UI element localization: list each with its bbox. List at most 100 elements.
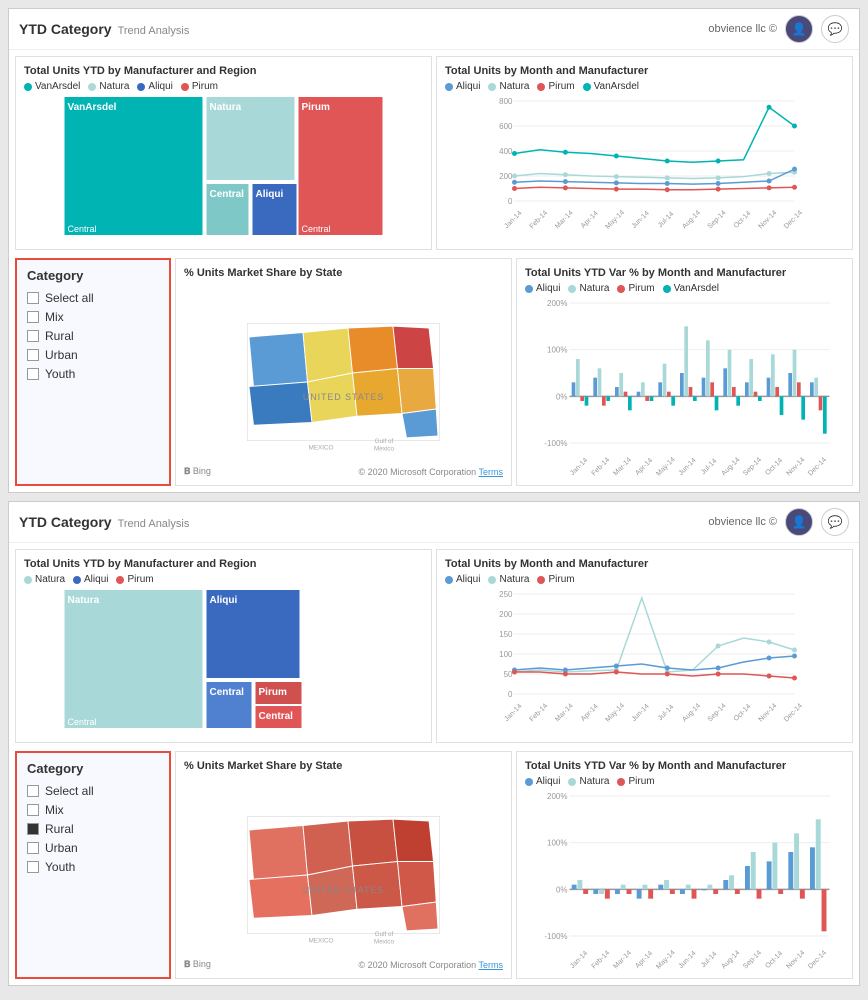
filter-label: Rural [45,822,74,836]
legend-item: VanArsdel [24,81,80,92]
svg-text:Jan-14: Jan-14 [569,457,589,477]
legend-item: Aliqui [445,81,480,92]
filter-checkbox[interactable] [27,311,39,323]
top-row: Total Units YTD by Manufacturer and Regi… [9,50,859,256]
svg-text:May-14: May-14 [655,456,677,478]
filter-checkbox[interactable] [27,349,39,361]
svg-text:Jun-14: Jun-14 [631,210,651,230]
svg-text:Oct-14: Oct-14 [733,703,753,723]
svg-text:Feb-14: Feb-14 [529,210,550,231]
legend-dot [525,778,533,786]
svg-text:200: 200 [499,610,513,619]
line-chart-legend: AliquiNaturaPirumVanArsdel [445,81,844,92]
terms-link[interactable]: Terms [479,467,504,477]
filter-checkbox[interactable] [27,842,39,854]
svg-text:Sep-14: Sep-14 [742,456,763,477]
legend-label: Natura [35,574,65,585]
panel-subtitle: Trend Analysis [118,25,190,37]
line-chart-svg-container: 050100150200250Jan-14Feb-14Mar-14Apr-14M… [445,589,844,734]
svg-text:Jan-14: Jan-14 [569,950,589,970]
terms-link[interactable]: Terms [479,960,504,970]
treemap-container: NaturaCentralAliquiCentralPirumCentral [24,589,423,729]
bar-chart-section: Total Units YTD Var % by Month and Manuf… [516,258,853,486]
svg-text:Aliqui: Aliqui [210,595,238,606]
svg-text:150: 150 [499,630,513,639]
legend-dot [537,83,545,91]
map-section: % Units Market Share by StateUNITED STAT… [175,258,512,486]
svg-text:Gulf of: Gulf of [375,438,394,445]
svg-text:MEXICO: MEXICO [309,938,334,945]
legend-dot [488,576,496,584]
legend-label: Natura [499,574,529,585]
legend-dot [583,83,591,91]
svg-text:May-14: May-14 [605,702,627,724]
filter-item[interactable]: Urban [27,348,159,362]
filter-checkbox[interactable] [27,785,39,797]
legend-item: VanArsdel [663,283,719,294]
filter-item[interactable]: Urban [27,841,159,855]
svg-text:Nov-14: Nov-14 [758,209,779,230]
legend-item: Natura [568,283,609,294]
filter-checkbox[interactable] [27,861,39,873]
svg-text:Sep-14: Sep-14 [707,702,728,723]
svg-text:Dec-14: Dec-14 [783,209,804,230]
bing-label: 𝐁 Bing [184,959,211,970]
legend-item: Pirum [116,574,153,585]
filter-label: Youth [45,860,75,874]
filter-item[interactable]: Mix [27,803,159,817]
chat-icon-button[interactable]: 💬 [821,508,849,536]
legend-item: Pirum [537,574,574,585]
filter-item[interactable]: Youth [27,367,159,381]
legend-dot [445,576,453,584]
svg-text:Central: Central [210,687,245,698]
filter-item[interactable]: Youth [27,860,159,874]
filter-item[interactable]: Rural [27,822,159,836]
svg-text:Oct-14: Oct-14 [733,210,753,230]
panel-title: YTD Category [19,21,112,37]
svg-text:Aug-14: Aug-14 [720,456,741,477]
bar-chart-legend: AliquiNaturaPirum [525,776,844,787]
legend-label: Pirum [628,283,654,294]
person-icon-button[interactable]: 👤 [785,508,813,536]
treemap-legend: VanArsdelNaturaAliquiPirum [24,81,423,92]
svg-text:Natura: Natura [68,595,100,606]
filter-item[interactable]: Select all [27,291,159,305]
category-filter: CategorySelect allMixRuralUrbanYouth [15,751,171,979]
filter-label: Urban [45,841,78,855]
svg-text:250: 250 [499,590,513,599]
dashboard-panel-2: YTD CategoryTrend Analysisobvience llc ©… [8,501,860,986]
svg-text:Jun-14: Jun-14 [631,703,651,723]
filter-label: Select all [45,784,94,798]
svg-text:Dec-14: Dec-14 [807,949,828,970]
filter-checkbox[interactable] [27,292,39,304]
svg-text:0: 0 [508,690,513,699]
map-footer: 𝐁 Bing© 2020 Microsoft Corporation Terms [184,466,503,477]
chat-icon-button[interactable]: 💬 [821,15,849,43]
filter-checkbox[interactable] [27,330,39,342]
svg-text:Nov-14: Nov-14 [758,702,779,723]
filter-item[interactable]: Rural [27,329,159,343]
legend-item: Natura [568,776,609,787]
svg-text:Central: Central [302,224,331,234]
svg-text:Mar-14: Mar-14 [554,703,575,724]
bar-chart-title: Total Units YTD Var % by Month and Manuf… [525,760,844,772]
top-row: Total Units YTD by Manufacturer and Regi… [9,543,859,749]
svg-text:Sep-14: Sep-14 [707,209,728,230]
line-chart-section: Total Units by Month and ManufacturerAli… [436,56,853,250]
person-icon-button[interactable]: 👤 [785,15,813,43]
panel-header: YTD CategoryTrend Analysisobvience llc ©… [9,9,859,50]
filter-item[interactable]: Select all [27,784,159,798]
legend-item: Natura [488,574,529,585]
bar-chart-section: Total Units YTD Var % by Month and Manuf… [516,751,853,979]
filter-item[interactable]: Mix [27,310,159,324]
svg-text:Apr-14: Apr-14 [580,703,600,723]
bar-chart-legend: AliquiNaturaPirumVanArsdel [525,283,844,294]
treemap-title: Total Units YTD by Manufacturer and Regi… [24,65,423,77]
svg-text:Nov-14: Nov-14 [785,949,806,970]
legend-item: Natura [488,81,529,92]
treemap-container: VanArsdelCentralNaturaCentralAliquiPirum… [24,96,423,236]
filter-checkbox[interactable] [27,804,39,816]
filter-checkbox[interactable] [27,823,39,835]
legend-dot [445,83,453,91]
filter-checkbox[interactable] [27,368,39,380]
